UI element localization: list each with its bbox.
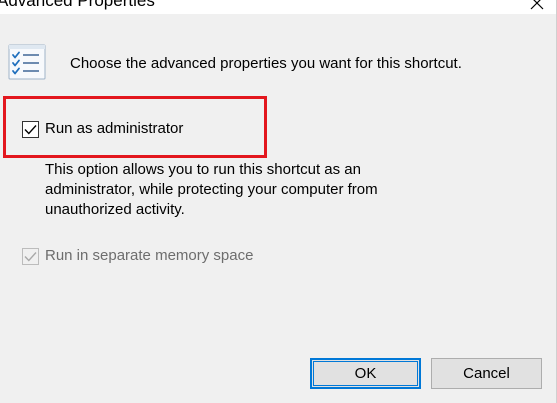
ok-button-label: OK bbox=[354, 365, 377, 382]
run-as-administrator-option[interactable]: Run as administrator bbox=[22, 119, 183, 139]
run-as-administrator-description: This option allows you to run this short… bbox=[45, 160, 465, 220]
window-title: Advanced Properties bbox=[0, 0, 155, 10]
description-line: This option allows you to run this short… bbox=[45, 161, 361, 178]
checkmark-icon bbox=[24, 251, 37, 262]
cancel-button-label: Cancel bbox=[463, 365, 510, 382]
close-button[interactable] bbox=[513, 0, 557, 14]
description-line: administrator, while protecting your com… bbox=[45, 181, 378, 198]
run-as-administrator-label: Run as administrator bbox=[45, 120, 184, 137]
separate-memory-space-checkbox bbox=[22, 247, 39, 265]
close-icon bbox=[530, 0, 544, 10]
run-as-administrator-checkbox[interactable] bbox=[22, 120, 39, 138]
header-instruction: Choose the advanced properties you want … bbox=[70, 55, 462, 72]
separate-memory-space-label: Run in separate memory space bbox=[45, 247, 254, 264]
advanced-properties-dialog: Advanced Properties Choose the advanced … bbox=[0, 0, 557, 403]
properties-list-icon bbox=[8, 44, 46, 80]
checkmark-icon bbox=[24, 124, 37, 135]
ok-button[interactable]: OK bbox=[310, 358, 421, 389]
description-line: unauthorized activity. bbox=[45, 201, 185, 218]
cancel-button[interactable]: Cancel bbox=[431, 358, 542, 389]
title-bar: Advanced Properties bbox=[0, 0, 557, 14]
separate-memory-space-option: Run in separate memory space bbox=[22, 246, 253, 266]
